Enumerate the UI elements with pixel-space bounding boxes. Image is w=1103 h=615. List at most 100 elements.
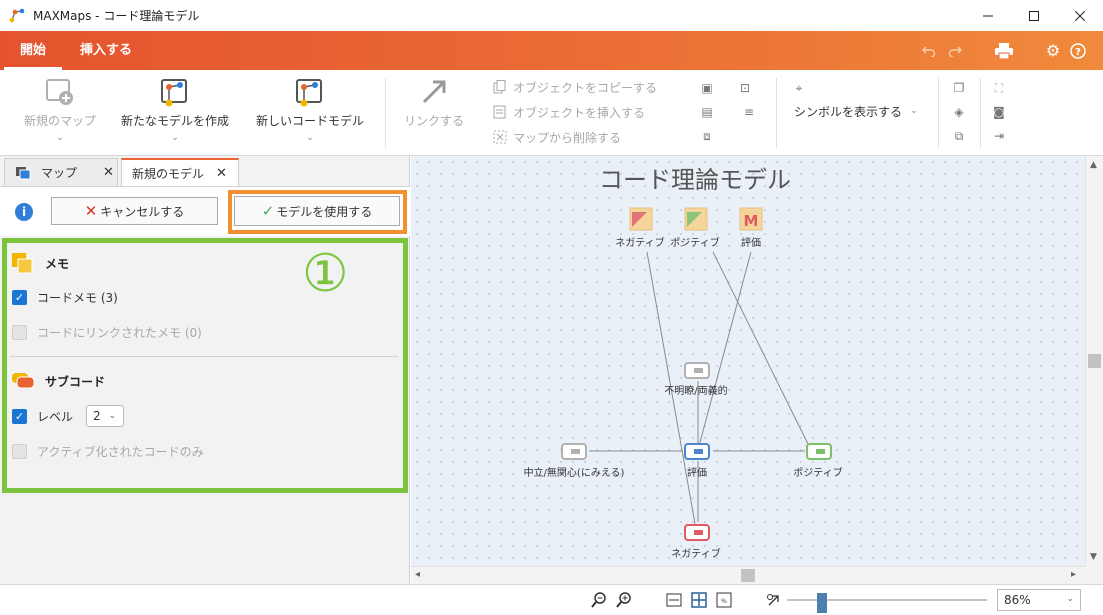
delete-from-map-label: マップから削除する	[513, 130, 622, 145]
new-code-model-label: 新しいコードモデル	[255, 114, 364, 128]
insert-object-button[interactable]: オブジェクトを挿入する	[492, 101, 645, 123]
export-layer-icon[interactable]: ⧉	[950, 127, 968, 145]
minimize-button[interactable]	[965, 0, 1011, 31]
scrollbar-thumb[interactable]	[1088, 354, 1101, 368]
horizontal-scrollbar[interactable]: ◂ ▸	[411, 566, 1085, 584]
delete-icon	[492, 129, 508, 145]
checkbox-checked-icon: ✓	[12, 290, 27, 305]
new-model-icon	[112, 76, 238, 108]
zoom-out-icon[interactable]	[590, 591, 608, 609]
delete-from-map-button[interactable]: マップから削除する	[492, 126, 621, 148]
code-memo-checkbox[interactable]: ✓ コードメモ (3)	[12, 289, 118, 306]
zoom-select[interactable]: 86% ⌄	[997, 589, 1081, 611]
new-code-model-button[interactable]: 新しいコードモデル ⌄	[246, 76, 374, 152]
align-icon[interactable]: ▣	[698, 79, 716, 97]
linked-memo-checkbox[interactable]: コードにリンクされたメモ (0)	[12, 324, 202, 341]
scroll-up-icon[interactable]: ▲	[1090, 160, 1097, 170]
map-canvas[interactable]: コード理論モデル ネガティブ ポジティブ M 評価 不明瞭/両義的 中立/無関心…	[411, 156, 1085, 566]
active-only-checkbox[interactable]: アクティブ化されたコードのみ	[12, 443, 204, 460]
help-icon[interactable]: ?	[1067, 31, 1089, 70]
show-symbol-label: シンボルを表示する	[794, 104, 903, 119]
distribute-icon[interactable]: ≡	[740, 103, 758, 121]
copy-object-label: オブジェクトをコピーする	[513, 80, 658, 95]
copy-object-button[interactable]: オブジェクトをコピーする	[492, 76, 657, 98]
scroll-right-icon[interactable]: ▸	[1071, 569, 1076, 580]
maximize-button[interactable]	[1011, 0, 1057, 31]
checkbox-checked-icon: ✓	[12, 409, 27, 424]
ribbon-separator	[385, 78, 386, 148]
minimize-icon	[983, 15, 993, 16]
use-model-button[interactable]: ✓ モデルを使用する	[234, 196, 400, 226]
code-node[interactable]: 不明瞭/両義的	[664, 362, 728, 397]
arrange-icon[interactable]: ▤	[698, 103, 716, 121]
tab-start[interactable]: 開始	[4, 31, 62, 70]
new-map-button[interactable]: 新規のマップ ⌄	[14, 76, 106, 152]
actual-size-icon[interactable]: %	[715, 591, 733, 609]
chevron-down-icon: ⌄	[1066, 594, 1074, 604]
ribbon-separator	[938, 78, 939, 148]
new-model-button[interactable]: 新たなモデルを作成 ⌄	[112, 76, 238, 152]
scrollbar-thumb[interactable]	[741, 569, 755, 582]
memo-label: 評価	[741, 236, 761, 249]
info-icon[interactable]: i	[15, 203, 33, 221]
vertical-scrollbar[interactable]: ▲ ▼	[1085, 156, 1103, 566]
code-node[interactable]: ポジティブ	[793, 443, 843, 479]
print-icon[interactable]	[992, 31, 1016, 70]
memo-heading-text: メモ	[45, 256, 70, 271]
redo-icon[interactable]	[944, 31, 966, 70]
reset-zoom-icon[interactable]	[765, 591, 783, 609]
subcode-heading-text: サブコード	[45, 374, 106, 389]
link-label: リンクする	[403, 114, 464, 128]
group-icon[interactable]: ⧈	[698, 127, 716, 145]
show-symbol-button[interactable]: シンボルを表示する ⌄	[794, 100, 918, 122]
fit-page-icon[interactable]	[690, 591, 708, 609]
copy-icon	[492, 79, 508, 95]
level-label: レベル	[37, 410, 74, 424]
layers-icon[interactable]: ◈	[950, 103, 968, 121]
tab-map[interactable]: マップ ✕	[4, 158, 118, 186]
close-tab-icon[interactable]: ✕	[103, 165, 114, 180]
ribbon-separator	[776, 78, 777, 148]
title-bar: MAXMaps - コード理論モデル	[0, 0, 1103, 31]
close-tab-icon[interactable]: ✕	[216, 166, 227, 181]
memo-node[interactable]: ネガティブ	[615, 207, 665, 249]
memo-node[interactable]: M 評価	[739, 207, 763, 249]
code-node[interactable]: 中立/無関心(にみえる)	[524, 443, 625, 479]
memo-node[interactable]: ポジティブ	[670, 207, 720, 249]
fit-width-icon[interactable]	[665, 591, 683, 609]
zoom-slider[interactable]	[787, 593, 987, 613]
export-icon[interactable]: ⇥	[990, 127, 1008, 145]
chevron-down-icon: ⌄	[306, 133, 314, 143]
new-map-icon	[14, 76, 106, 108]
undo-icon[interactable]	[918, 31, 940, 70]
code-node[interactable]: ネガティブ	[671, 524, 721, 560]
scroll-down-icon[interactable]: ▼	[1090, 552, 1097, 562]
memo-label: ポジティブ	[670, 236, 719, 249]
zoom-in-icon[interactable]	[615, 591, 633, 609]
image-icon[interactable]: ⛶	[990, 79, 1008, 97]
cancel-label: キャンセルする	[100, 204, 185, 219]
fit-icon[interactable]: ⊡	[736, 79, 754, 97]
level-checkbox[interactable]: ✓ レベル	[12, 408, 73, 425]
layers-copy-icon[interactable]: ❐	[950, 79, 968, 97]
cancel-button[interactable]: ✕ キャンセルする	[51, 197, 218, 225]
settings-gear-icon[interactable]: ⚙	[1043, 31, 1063, 70]
insert-object-label: オブジェクトを挿入する	[513, 105, 646, 120]
section-divider	[10, 356, 398, 357]
model-title: コード理論モデル	[599, 166, 791, 194]
close-window-button[interactable]	[1057, 0, 1103, 31]
tab-new-model[interactable]: 新規のモデル ✕	[121, 158, 239, 186]
scroll-left-icon[interactable]: ◂	[415, 569, 420, 580]
zoom-slider-thumb[interactable]	[817, 593, 827, 613]
insert-icon	[492, 104, 508, 120]
scroll-corner	[1085, 566, 1103, 584]
subcode-icon	[12, 373, 35, 389]
new-map-label: 新規のマップ	[23, 114, 96, 128]
link-button[interactable]: リンクする	[396, 76, 472, 152]
tab-insert[interactable]: 挿入する	[68, 31, 144, 70]
level-select[interactable]: 2 ⌄	[86, 405, 124, 427]
chevron-down-icon: ⌄	[56, 133, 64, 143]
left-panel: マップ ✕ 新規のモデル ✕ i ✕ キャンセルする ✓ モデルを使用する メモ…	[0, 156, 410, 584]
camera-icon[interactable]: ◙	[990, 103, 1008, 121]
code-node[interactable]: 評価	[684, 443, 710, 479]
